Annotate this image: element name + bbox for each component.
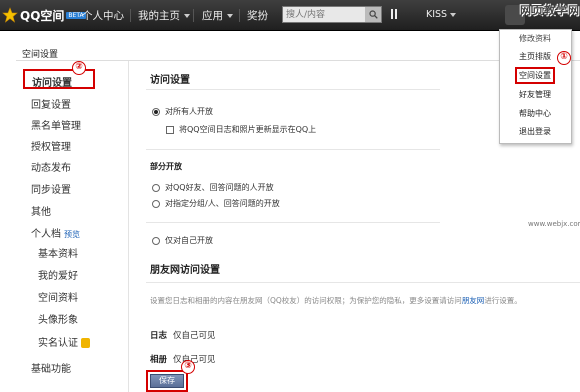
nav-divider	[239, 9, 240, 22]
watermark: 网页教学网	[500, 2, 580, 18]
menu-item-layout[interactable]: 主页排版	[519, 51, 551, 62]
option-label: 将QQ空间日志和照片更新显示在QQ上	[179, 125, 317, 134]
search-icon	[368, 10, 378, 19]
menu-item-edit-profile[interactable]: 修改资料	[519, 33, 551, 44]
user-dropdown-menu: 修改资料 主页排版 空间设置 好友管理 帮助中心 退出登录	[499, 29, 572, 144]
step-marker-2: ②	[72, 61, 86, 75]
sidebar-item-basic-features[interactable]: 基础功能	[31, 360, 71, 375]
pause-icon[interactable]	[391, 9, 397, 22]
logo-text: QQ空间	[20, 8, 65, 23]
checkbox[interactable]	[166, 125, 174, 134]
field-value: 仅自己可见	[173, 331, 216, 341]
nav-divider	[193, 9, 194, 22]
nav-apps[interactable]: 应用	[202, 8, 233, 23]
step-marker-3: ③	[181, 360, 195, 374]
menu-item-space-settings[interactable]: 空间设置	[515, 67, 555, 84]
section-title-friend-network: 朋友网访问设置	[150, 265, 220, 276]
sidebar-item-profile[interactable]: 个人档 预览	[31, 225, 80, 240]
friend-network-description: 设置您日志和相册的内容在朋友网（QQ校友）的访问权限；为保护您的隐私，更多设置请…	[150, 295, 522, 306]
section-title-partial: 部分开放	[150, 162, 182, 171]
save-button[interactable]: 保存	[150, 374, 184, 388]
chevron-down-icon	[227, 14, 233, 18]
radio-button[interactable]	[152, 183, 160, 192]
section-title-access: 访问设置	[150, 75, 190, 86]
description-text: 进行设置。	[484, 296, 522, 305]
save-highlight: 保存	[146, 370, 188, 392]
chevron-down-icon	[450, 12, 457, 17]
qzone-logo[interactable]: QQ空间 BETA	[2, 5, 86, 25]
radio-button[interactable]	[152, 199, 160, 208]
user-menu[interactable]: KISS	[426, 9, 457, 20]
sidebar-item-reply-settings[interactable]: 回复设置	[31, 96, 71, 111]
sidebar-item-space-profile[interactable]: 空间资料	[38, 289, 78, 304]
friend-network-link[interactable]: 朋友网	[462, 296, 485, 305]
chevron-down-icon	[184, 14, 190, 18]
profile-label: 个人档	[31, 229, 61, 240]
divider	[146, 222, 440, 223]
sidebar-item-blacklist[interactable]: 黑名单管理	[31, 117, 81, 132]
divider	[146, 282, 580, 283]
nav-personal-center[interactable]: 个人中心	[82, 8, 124, 23]
search-input[interactable]	[283, 7, 363, 22]
option-label: 对所有人开放	[165, 107, 213, 116]
option-label: 对QQ好友、回答问题的人开放	[165, 183, 274, 192]
nav-rewards[interactable]: 奖扮	[247, 8, 268, 23]
radio-option-public[interactable]: 对所有人开放	[152, 106, 213, 117]
divider	[146, 149, 440, 150]
option-label: 仅对自己开放	[165, 236, 213, 245]
sidebar-item-hobbies[interactable]: 我的爱好	[38, 267, 78, 282]
nav-divider	[130, 9, 131, 22]
star-logo-icon	[2, 7, 18, 23]
preview-link[interactable]: 预览	[64, 230, 80, 239]
checkbox-sync-to-qq[interactable]: 将QQ空间日志和照片更新显示在QQ上	[166, 124, 316, 135]
description-text: 设置您日志和相册的内容在朋友网（QQ校友）的访问权限；为保护您的隐私，更多设置请…	[150, 296, 462, 305]
radio-button-selected[interactable]	[152, 107, 160, 116]
log-visibility[interactable]: 日志 仅自己可见	[150, 329, 216, 341]
nav-my-homepage[interactable]: 我的主页	[138, 8, 190, 23]
radio-option-self-only[interactable]: 仅对自己开放	[152, 235, 213, 246]
search-button[interactable]	[365, 7, 381, 22]
top-navigation-bar: QQ空间 BETA 个人中心 我的主页 应用 奖扮 KISS	[0, 0, 580, 31]
menu-item-logout[interactable]: 退出登录	[519, 126, 551, 137]
nav-label: 我的主页	[138, 10, 180, 22]
divider	[146, 89, 440, 90]
radio-option-groups[interactable]: 对指定分组/人、回答问题的开放	[152, 198, 280, 209]
sidebar-item-real-name[interactable]: 实名认证	[38, 334, 90, 349]
menu-item-friend-management[interactable]: 好友管理	[519, 89, 551, 100]
search-box	[282, 6, 382, 23]
page-title: 空间设置	[22, 50, 59, 60]
radio-option-qq-friends[interactable]: 对QQ好友、回答问题的人开放	[152, 182, 274, 193]
menu-item-help-center[interactable]: 帮助中心	[519, 108, 551, 119]
sidebar-item-authorization[interactable]: 授权管理	[31, 138, 71, 153]
sidebar-item-sync[interactable]: 同步设置	[31, 181, 71, 196]
verified-icon	[81, 338, 90, 348]
field-label: 相册	[150, 355, 168, 365]
sidebar-item-feed-publish[interactable]: 动态发布	[31, 159, 71, 174]
sidebar-item-avatar[interactable]: 头像形象	[38, 311, 78, 326]
nav-label: 应用	[202, 10, 223, 22]
real-name-label: 实名认证	[38, 338, 78, 349]
sidebar-item-other[interactable]: 其他	[31, 203, 51, 218]
field-label: 日志	[150, 331, 168, 341]
username: KISS	[426, 9, 448, 20]
watermark-text: 网页教学网	[520, 4, 580, 17]
radio-button[interactable]	[152, 236, 160, 245]
option-label: 对指定分组/人、回答问题的开放	[165, 199, 280, 208]
sidebar-item-basic-info[interactable]: 基本资料	[38, 245, 78, 260]
settings-sidebar: 访问设置 回复设置 黑名单管理 授权管理 动态发布 同步设置 其他 个人档 预览 …	[17, 61, 129, 392]
step-marker-1: ①	[557, 51, 571, 65]
